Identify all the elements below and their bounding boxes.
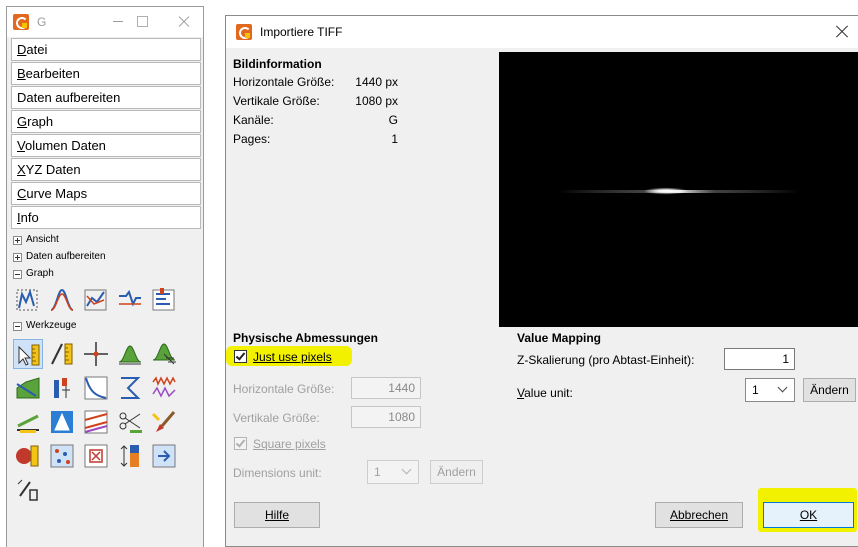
menu-daten-aufbereiten-button[interactable]: Daten aufbereiten [11,86,201,109]
just-use-pixels-checkbox[interactable] [234,350,247,363]
export-tool-icon[interactable] [149,441,179,471]
main-window-titlebar: G [7,7,203,37]
preview-image [559,187,799,195]
import-tiff-dialog: Importiere TIFF Bildinformation Horizont… [225,15,858,547]
square-pixels-label[interactable]: Square pixels [253,437,326,451]
tree-graph[interactable]: Graph [13,268,54,280]
expand-icon[interactable] [13,252,22,262]
ok-button[interactable]: OK [763,502,854,528]
area-tool-icon[interactable] [13,373,43,403]
line-ruler-tool-icon[interactable] [47,339,77,369]
dialog-titlebar: Importiere TIFF [226,16,858,48]
app-logo-icon [236,24,252,40]
value-mapping-heading: Value Mapping [517,331,602,345]
horizontal-size-field[interactable]: 1440 [351,377,421,399]
expand-icon[interactable] [13,235,22,245]
graph-tool-2-icon[interactable] [47,285,77,315]
bildinformation-heading: Bildinformation [233,57,322,71]
menu-graph-button[interactable]: Graph [11,110,201,133]
vertical-size-label: Vertikale Größe: [233,411,320,425]
curve-fit-tool-icon[interactable] [81,373,111,403]
tree-daten-aufbereiten[interactable]: Daten aufbereiten [13,251,106,263]
square-pixels-checkbox[interactable] [234,437,247,450]
remove-mask-tool-icon[interactable] [81,441,111,471]
info-value: 1 [391,132,398,146]
main-window-title: G [37,15,47,29]
info-label: Vertikale Größe: [233,94,320,108]
mask-tool-icon[interactable] [47,441,77,471]
z-scale-field[interactable]: 1 [724,348,795,370]
chevron-down-icon [777,382,788,393]
info-label: Horizontale Größe: [233,75,335,89]
menu-bearbeiten-button[interactable]: Bearbeiten [11,62,201,85]
value-unit-combo[interactable]: 1 [745,378,795,402]
peak-fit-tool-icon[interactable] [149,339,179,369]
info-value: 1440 px [355,75,398,89]
scale-tool-icon[interactable] [13,475,43,505]
graph-tool-4-icon[interactable] [115,285,145,315]
profile-tool-icon[interactable] [81,407,111,437]
cancel-button[interactable]: Abbrechen [655,502,743,528]
maximize-icon[interactable] [129,9,155,33]
check-icon [235,437,246,448]
just-use-pixels-label[interactable]: Just use pixels [253,350,332,364]
menu-datei-button[interactable]: Datei [11,38,201,61]
dialog-title: Importiere TIFF [260,25,343,39]
help-button[interactable]: Hilfe [234,502,320,528]
distribution-tool-icon[interactable] [47,373,77,403]
info-label: Kanäle: [233,113,274,127]
value-unit-label: Value unit: [517,386,573,400]
grain-tool-icon[interactable] [13,441,43,471]
graph-tool-5-icon[interactable] [149,285,179,315]
dimensions-unit-combo[interactable]: 1 [367,460,419,484]
check-icon [235,350,246,361]
noise-tool-icon[interactable] [149,373,179,403]
collapse-icon[interactable] [13,269,22,279]
close-icon[interactable] [171,9,197,33]
horizontal-size-label: Horizontale Größe: [233,382,335,396]
tree-ansicht[interactable]: Ansicht [13,234,59,246]
cut-tool-icon[interactable] [115,407,145,437]
menu-info-button[interactable]: Info [11,206,201,229]
tree-werkzeuge[interactable]: Werkzeuge [13,320,76,332]
graph-tool-3-icon[interactable] [81,285,111,315]
dimensions-unit-change-button[interactable]: Ändern [430,460,483,484]
level-tool-icon[interactable] [13,407,43,437]
vertical-size-field[interactable]: 1080 [351,406,421,428]
z-scale-label: Z-Skalierung (pro Abtast-Einheit): [517,353,695,367]
info-label: Pages: [233,132,271,146]
physische-abmessungen-heading: Physische Abmessungen [233,331,378,345]
graph-tool-1-icon[interactable] [13,285,43,315]
value-unit-change-button[interactable]: Ändern [803,378,856,402]
close-icon[interactable] [830,20,854,44]
color-range-tool-icon[interactable] [115,441,145,471]
triangle-tool-icon[interactable] [47,407,77,437]
info-value: G [388,113,398,127]
collapse-icon[interactable] [13,321,22,331]
app-logo-icon [13,14,29,30]
info-value: 1080 px [355,94,398,108]
peak-tool-icon[interactable] [115,339,145,369]
sum-tool-icon[interactable] [115,373,145,403]
dimensions-unit-label: Dimensions unit: [233,466,322,480]
menu-volumen-daten-button[interactable]: Volumen Daten [11,134,201,157]
minimize-icon[interactable] [105,9,131,33]
image-preview [499,52,858,327]
crosshair-tool-icon[interactable] [81,339,111,369]
main-window: G Datei Bearbeiten Daten aufbereiten Gra… [6,6,204,547]
menu-curve-maps-button[interactable]: Curve Maps [11,182,201,205]
menu-xyz-daten-button[interactable]: XYZ Daten [11,158,201,181]
brush-tool-icon[interactable] [149,407,179,437]
pointer-ruler-tool-icon[interactable] [13,339,43,369]
chevron-down-icon [401,464,412,475]
